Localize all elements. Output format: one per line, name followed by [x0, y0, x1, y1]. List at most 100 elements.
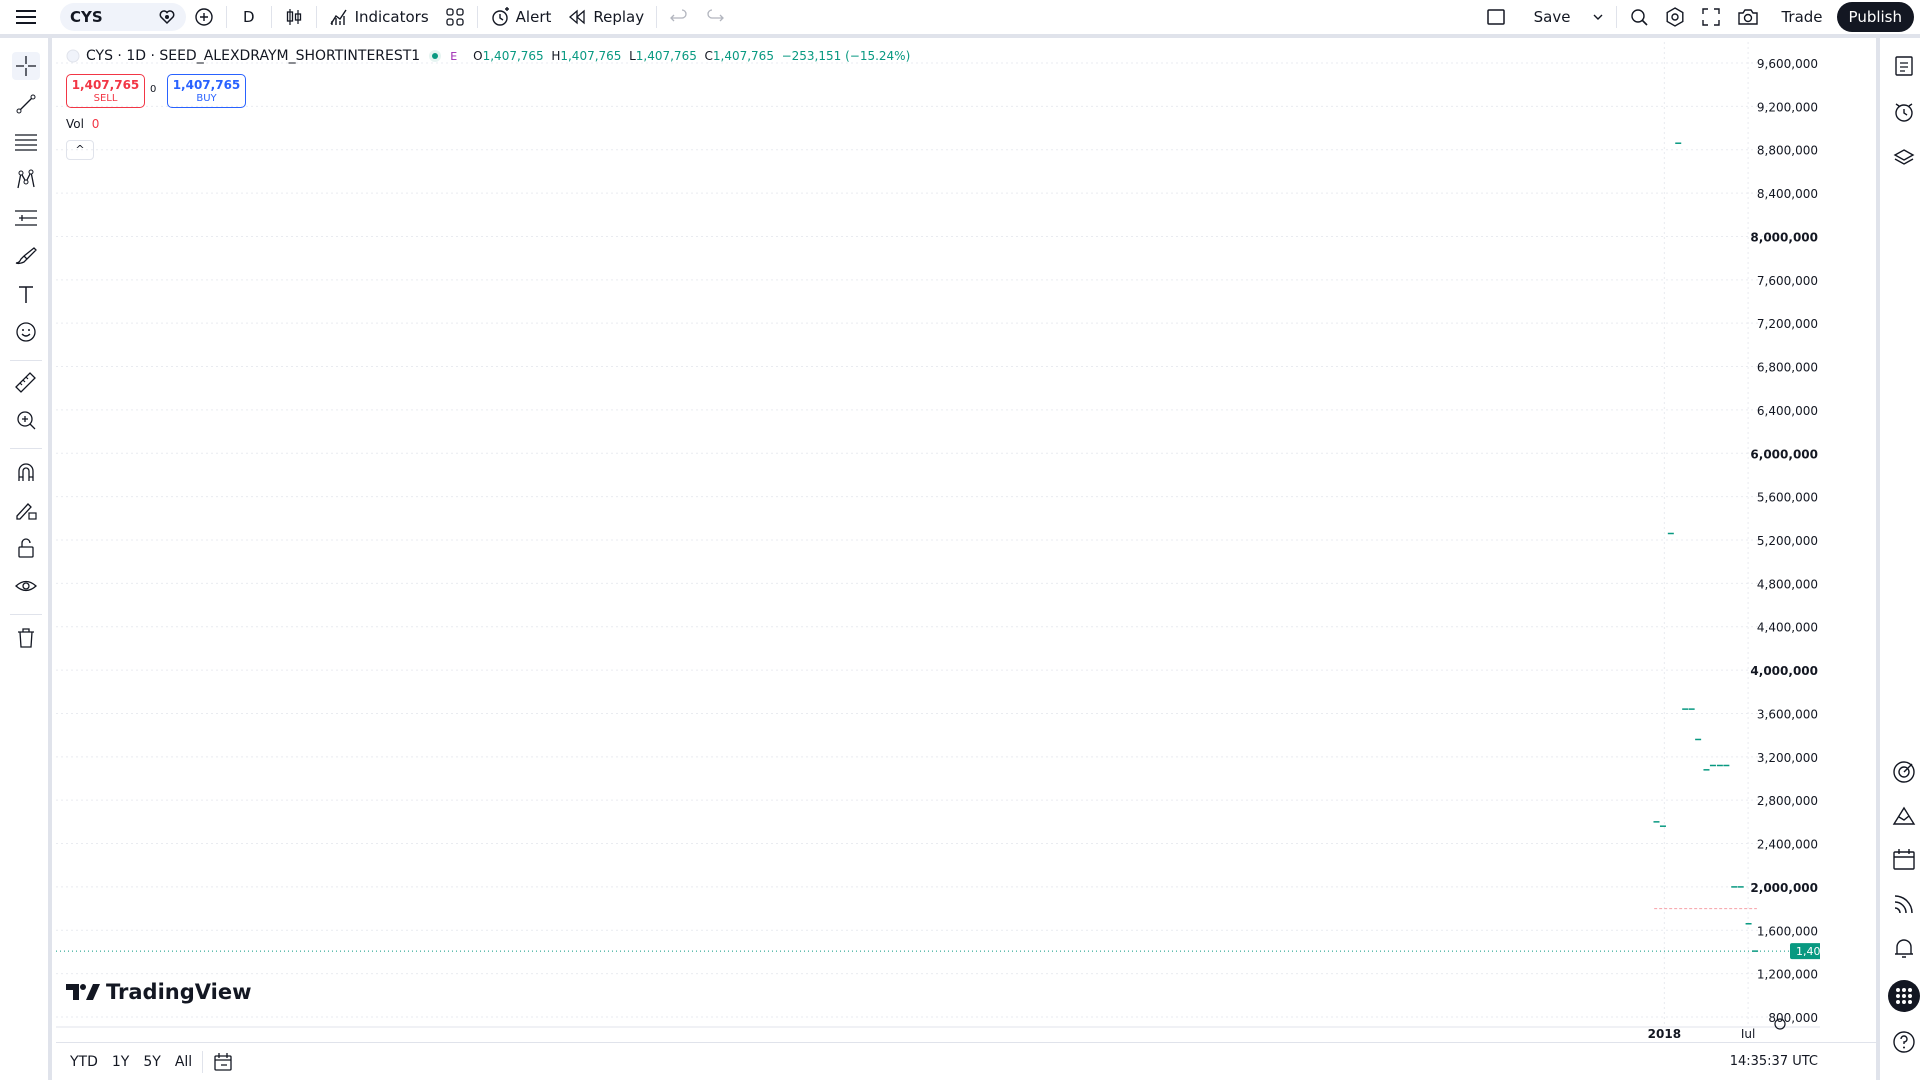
divider — [10, 360, 42, 361]
compare-button[interactable] — [186, 0, 222, 36]
price-tick-label: 8,800,000 — [1757, 144, 1818, 158]
pattern-icon — [17, 169, 35, 189]
candlestick-icon — [286, 9, 301, 25]
zoom-in-icon — [17, 411, 36, 430]
tradingview-logo[interactable]: TradingView — [66, 980, 251, 1004]
publish-button[interactable]: Publish — [1836, 2, 1914, 32]
tradingview-logo-icon — [66, 984, 100, 1000]
snapshot-button[interactable] — [1729, 0, 1767, 36]
products-button[interactable] — [1888, 980, 1920, 1012]
price-chart[interactable]: 1,407,765 9,600,000 9,200,000 8,800,000 8,4… — [56, 42, 1820, 1038]
grid-icon — [446, 8, 464, 26]
notifications-button[interactable] — [1890, 934, 1918, 962]
templates-button[interactable] — [437, 0, 473, 36]
close-label: C — [704, 49, 713, 63]
heart-icon[interactable] — [158, 8, 176, 26]
clock[interactable]: 14:35:37 UTC — [1730, 1054, 1818, 1069]
price-tick-label: 9,200,000 — [1757, 100, 1818, 114]
save-button[interactable]: Save — [1520, 0, 1585, 36]
watchlist-button[interactable] — [1890, 52, 1918, 80]
volume-legend[interactable]: Vol 0 — [66, 117, 99, 131]
list-icon — [1895, 56, 1913, 76]
plus-circle-icon — [195, 8, 213, 26]
quick-search-button[interactable] — [1621, 0, 1657, 36]
trend-line-tool[interactable] — [12, 90, 40, 118]
sell-price: 1,407,765 — [71, 78, 140, 92]
chart-type-button[interactable] — [276, 0, 312, 36]
market-status-icon[interactable] — [426, 49, 444, 63]
rewind-icon — [569, 9, 586, 25]
ideas-button[interactable] — [1890, 758, 1918, 786]
sell-button[interactable]: 1,407,765 SELL — [66, 74, 145, 108]
pattern-tool[interactable] — [12, 166, 40, 194]
forecasting-tool[interactable] — [12, 204, 40, 232]
target-icon — [1893, 761, 1915, 783]
help-button[interactable] — [1890, 1028, 1918, 1056]
alarm-clock-icon — [491, 7, 509, 26]
last-price-label: 1,407,765 — [1796, 945, 1820, 958]
crosshair-icon — [16, 56, 36, 76]
high-label: H — [551, 49, 561, 63]
sell-label: SELL — [93, 93, 118, 104]
hotlists-button[interactable] — [1890, 802, 1918, 830]
save-label: Save — [1533, 8, 1571, 26]
range-button-ytd[interactable]: YTD — [70, 1054, 98, 1070]
collapse-legend-button[interactable]: ^ — [66, 140, 94, 160]
fib-tool[interactable] — [12, 128, 40, 156]
divider — [10, 448, 42, 449]
chart-reference-line: 1,407,765 — [56, 908, 1820, 960]
price-tick-label: 6,800,000 — [1757, 361, 1818, 375]
undo-button[interactable] — [661, 0, 697, 36]
lock-drawing-tool[interactable] — [12, 496, 40, 524]
news-button[interactable] — [1890, 890, 1918, 918]
fullscreen-icon — [1702, 8, 1721, 26]
legend-title[interactable]: CYS · 1D · SEED_ALEXDRAYM_SHORTINTEREST1 — [86, 48, 420, 64]
remove-drawings-tool[interactable] — [12, 624, 40, 652]
buy-button[interactable]: 1,407,765 BUY — [167, 74, 246, 108]
spread-value: 0 — [150, 84, 157, 95]
go-to-date-button[interactable] — [213, 1052, 233, 1072]
fullscreen-button[interactable] — [1693, 0, 1729, 36]
redo-button[interactable] — [697, 0, 733, 36]
price-tick-label: 7,600,000 — [1757, 274, 1818, 288]
interval-button[interactable]: D — [231, 0, 267, 36]
price-tick-label: 3,200,000 — [1757, 751, 1818, 765]
brush-tool[interactable] — [12, 242, 40, 270]
range-button-1y[interactable]: 1Y — [112, 1054, 129, 1070]
chart-grid — [56, 42, 1792, 1027]
help-icon — [1893, 1031, 1915, 1053]
lock-all-tool[interactable] — [12, 534, 40, 562]
settings-button[interactable] — [1657, 0, 1693, 36]
object-tree-button[interactable] — [1890, 144, 1918, 172]
replay-button[interactable]: Replay — [559, 0, 652, 36]
trash-icon — [18, 628, 34, 648]
layout-button[interactable] — [1472, 0, 1520, 36]
price-tick-label: 4,400,000 — [1757, 621, 1818, 635]
range-button-all[interactable]: All — [175, 1054, 192, 1070]
exchange-flag[interactable]: E — [450, 50, 457, 63]
layers-icon — [1893, 149, 1915, 165]
menu-button[interactable] — [0, 0, 52, 36]
undo-icon — [670, 9, 687, 22]
price-tick-label: 2,400,000 — [1757, 838, 1818, 852]
emoji-tool[interactable] — [12, 318, 40, 346]
zoom-tool[interactable] — [12, 406, 40, 434]
alert-label: Alert — [515, 8, 552, 26]
crosshair-tool[interactable] — [12, 52, 40, 80]
text-tool[interactable] — [12, 280, 40, 308]
range-button-5y[interactable]: 5Y — [143, 1054, 160, 1070]
symbol-search[interactable]: CYS — [60, 3, 186, 31]
alerts-panel-button[interactable] — [1890, 98, 1918, 126]
save-dropdown[interactable] — [1584, 0, 1612, 36]
price-tick-label: 6,400,000 — [1757, 404, 1818, 418]
indicators-button[interactable]: Indicators — [321, 0, 437, 36]
alert-button[interactable]: Alert — [482, 0, 560, 36]
trade-button[interactable]: Trade — [1767, 0, 1836, 36]
hide-drawings-tool[interactable] — [12, 572, 40, 600]
smiley-icon — [16, 322, 36, 342]
measure-tool[interactable] — [12, 368, 40, 396]
brush-icon — [15, 247, 37, 265]
calendar-button[interactable] — [1890, 846, 1918, 874]
magnet-tool[interactable] — [12, 458, 40, 486]
time-scale: 2018 Jul — [56, 1018, 1820, 1038]
